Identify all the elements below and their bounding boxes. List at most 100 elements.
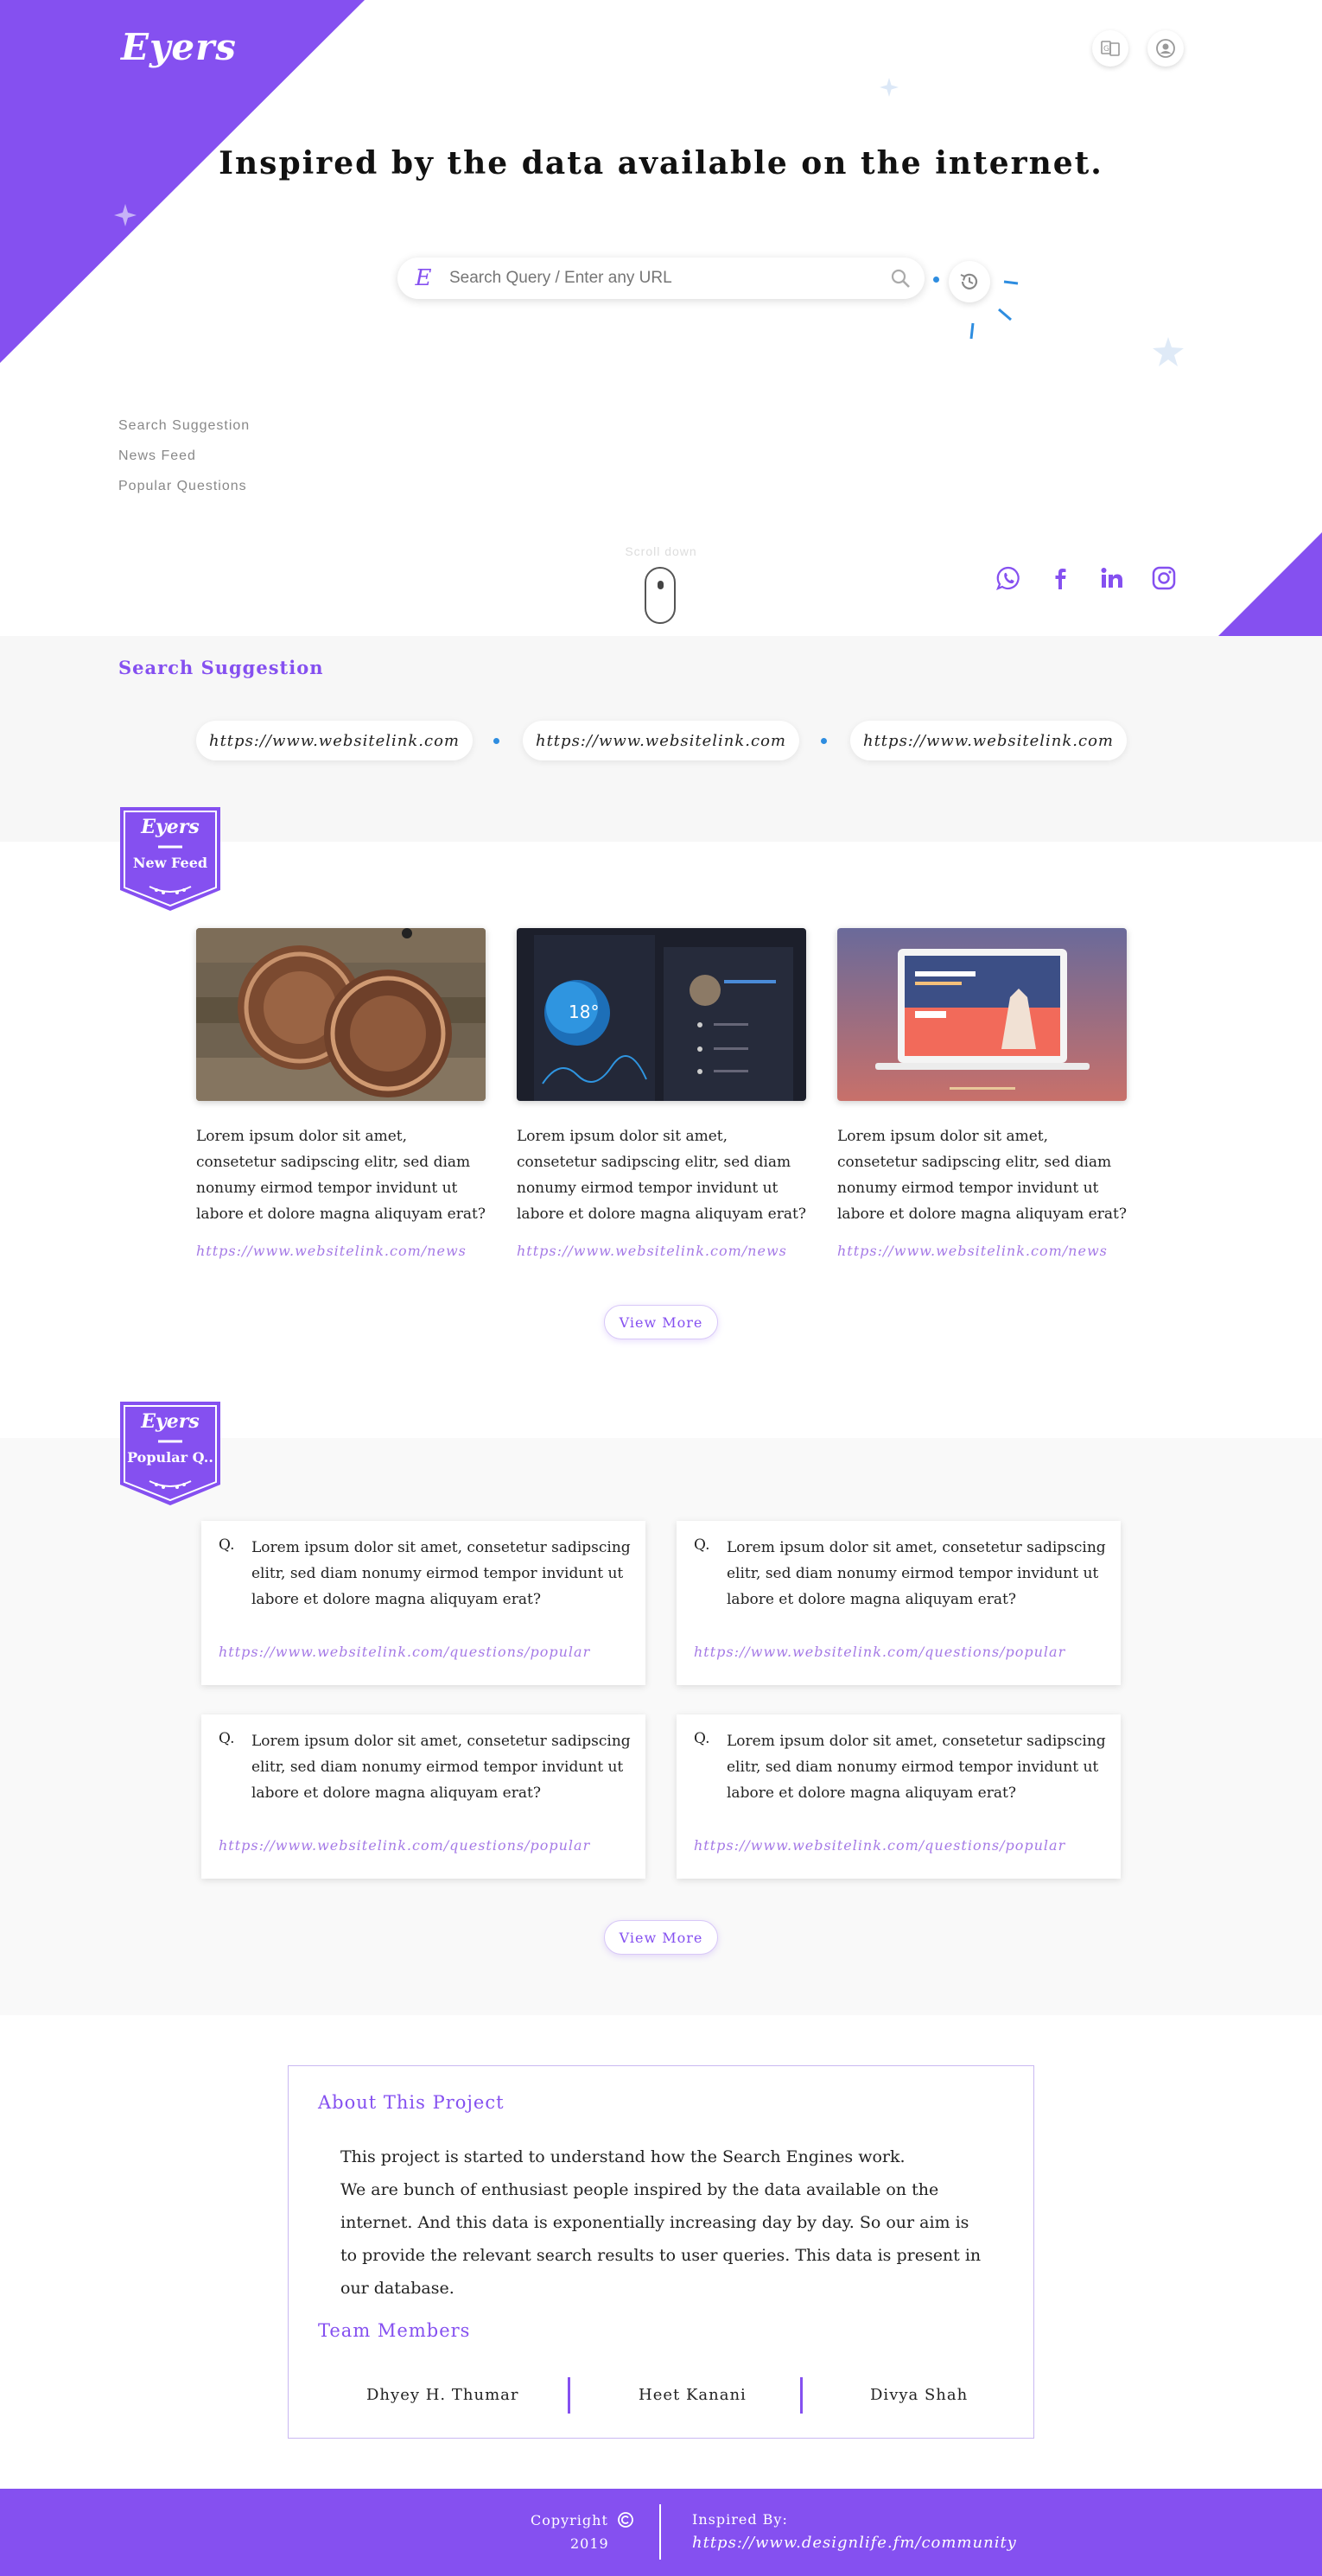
team-member: Divya Shah (870, 2386, 969, 2404)
news-image-weather-app[interactable]: 18° (517, 928, 806, 1101)
news-link[interactable]: https://www.websitelink.com/news (837, 1243, 1127, 1259)
section-title: Search Suggestion (118, 657, 324, 678)
scroll-down-mouse-icon[interactable] (645, 567, 676, 624)
about-line: internet. And this data is exponentially… (340, 2213, 969, 2232)
sparkle-icon (114, 204, 137, 226)
about-box: About This Project This project is start… (288, 2065, 1034, 2439)
search-bar[interactable]: E (397, 258, 925, 299)
news-feed-section: Eyers New Feed Lorem ipsum dolor sit ame… (0, 807, 1322, 1438)
news-card[interactable]: Lorem ipsum dolor sit amet, consetetur s… (837, 928, 1127, 1259)
view-more-questions-button[interactable]: View More (604, 1920, 718, 1955)
question-card[interactable]: Q. Lorem ipsum dolor sit amet, consetetu… (201, 1714, 645, 1879)
suggestion-link[interactable]: https://www.websitelink.com (850, 721, 1127, 760)
app-logo[interactable]: Eyers (121, 26, 237, 68)
question-link[interactable]: https://www.websitelink.com/questions/po… (694, 1644, 1065, 1660)
copyright-icon (618, 2512, 633, 2528)
news-card[interactable]: Lorem ipsum dolor sit amet, consetetur s… (196, 928, 486, 1259)
question-card[interactable]: Q. Lorem ipsum dolor sit amet, consetetu… (677, 1714, 1121, 1879)
facebook-link[interactable] (1046, 563, 1075, 593)
news-image-laptop[interactable] (837, 928, 1127, 1101)
hero-section: Eyers G Inspired by the data available o… (0, 0, 1322, 636)
news-text: Lorem ipsum dolor sit amet, consetetur s… (196, 1128, 486, 1223)
about-line: our database. (340, 2279, 454, 2298)
question-text: Lorem ipsum dolor sit amet, consetetur s… (727, 1733, 1106, 1802)
footer-divider (659, 2504, 661, 2560)
question-marker: Q. (694, 1730, 710, 1747)
team-member: Dhyey H. Thumar (366, 2386, 519, 2404)
badge-logo: Eyers (141, 1410, 200, 1433)
translate-button[interactable]: G (1092, 30, 1128, 67)
popular-questions-badge: Eyers Popular Q.. (118, 1402, 222, 1505)
member-divider (800, 2377, 803, 2414)
question-marker: Q. (219, 1536, 235, 1554)
inspired-label: Inspired By: (692, 2511, 788, 2528)
page-title: Inspired by the data available on the in… (219, 145, 1103, 181)
about-title: About This Project (318, 2092, 505, 2113)
linkedin-icon (1101, 568, 1122, 588)
question-text: Lorem ipsum dolor sit amet, consetetur s… (251, 1539, 631, 1608)
popular-questions-section: Eyers Popular Q.. Q. Lorem ipsum dolor s… (0, 1402, 1322, 2015)
search-icon (891, 269, 910, 288)
about-line: We are bunch of enthusiast people inspir… (340, 2180, 939, 2199)
about-section: About This Project This project is start… (0, 2015, 1322, 2489)
separator-dot (493, 738, 499, 744)
copyright-label: Copyright (531, 2511, 608, 2528)
copyright-row: Copyright (531, 2511, 634, 2528)
question-link[interactable]: https://www.websitelink.com/questions/po… (219, 1837, 590, 1854)
news-text: Lorem ipsum dolor sit amet, consetetur s… (517, 1128, 806, 1223)
linkedin-link[interactable] (1097, 563, 1127, 593)
inspired-link[interactable]: https://www.designlife.fm/community (692, 2534, 1017, 2552)
about-description: This project is started to understand ho… (340, 2140, 997, 2305)
view-more-news-button[interactable]: View More (604, 1305, 718, 1339)
question-link[interactable]: https://www.websitelink.com/questions/po… (219, 1644, 590, 1660)
account-button[interactable] (1147, 30, 1184, 67)
question-card[interactable]: Q. Lorem ipsum dolor sit amet, consetetu… (201, 1521, 645, 1685)
translate-icon: G (1101, 41, 1120, 56)
member-divider (568, 2377, 570, 2414)
team-title: Team Members (318, 2320, 471, 2341)
badge-logo: Eyers (141, 816, 200, 838)
about-line: This project is started to understand ho… (340, 2147, 906, 2166)
news-link[interactable]: https://www.websitelink.com/news (196, 1243, 486, 1259)
question-card[interactable]: Q. Lorem ipsum dolor sit amet, consetetu… (677, 1521, 1121, 1685)
decor-lines (969, 280, 1019, 340)
news-card[interactable]: 18° Lorem ipsum dolor sit amet, consetet… (517, 928, 806, 1259)
nav-search-suggestion[interactable]: Search Suggestion (118, 418, 250, 434)
facebook-icon (1055, 569, 1066, 589)
team-member: Heet Kanani (639, 2386, 747, 2404)
question-text: Lorem ipsum dolor sit amet, consetetur s… (251, 1733, 631, 1802)
svg-text:G: G (1103, 45, 1109, 54)
svg-text:18°: 18° (569, 1002, 599, 1022)
nav-popular-questions[interactable]: Popular Questions (118, 479, 250, 494)
search-prefix: E (415, 265, 432, 291)
badge-label: Popular Q.. (127, 1449, 213, 1466)
account-icon (1156, 39, 1175, 58)
badge-label: New Feed (132, 855, 208, 871)
footer: Copyright 2019 Inspired By: https://www.… (0, 2489, 1322, 2576)
copyright-year: 2019 (570, 2535, 609, 2552)
separator-dot (821, 738, 827, 744)
about-line: to provide the relevant search results t… (340, 2246, 982, 2265)
news-feed-badge: Eyers New Feed (118, 807, 222, 911)
suggestion-link[interactable]: https://www.websitelink.com (523, 721, 799, 760)
whatsapp-icon (996, 566, 1020, 590)
star-icon (1153, 337, 1184, 366)
news-text: Lorem ipsum dolor sit amet, consetetur s… (837, 1128, 1127, 1223)
whatsapp-link[interactable] (994, 563, 1023, 593)
instagram-link[interactable] (1149, 563, 1179, 593)
instagram-icon (1152, 566, 1176, 590)
search-button[interactable] (876, 268, 925, 289)
scroll-label: Scroll down (625, 544, 697, 558)
question-marker: Q. (694, 1536, 710, 1554)
question-link[interactable]: https://www.websitelink.com/questions/po… (694, 1837, 1065, 1854)
sparkle-icon (880, 78, 899, 97)
news-link[interactable]: https://www.websitelink.com/news (517, 1243, 806, 1259)
nav-news-feed[interactable]: News Feed (118, 448, 250, 464)
question-text: Lorem ipsum dolor sit amet, consetetur s… (727, 1539, 1106, 1608)
section-nav: Search Suggestion News Feed Popular Ques… (118, 418, 250, 509)
news-image-coins[interactable] (196, 928, 486, 1101)
decor-dot (933, 277, 939, 283)
search-input[interactable] (449, 269, 876, 288)
social-links (994, 563, 1179, 593)
suggestion-link[interactable]: https://www.websitelink.com (196, 721, 473, 760)
